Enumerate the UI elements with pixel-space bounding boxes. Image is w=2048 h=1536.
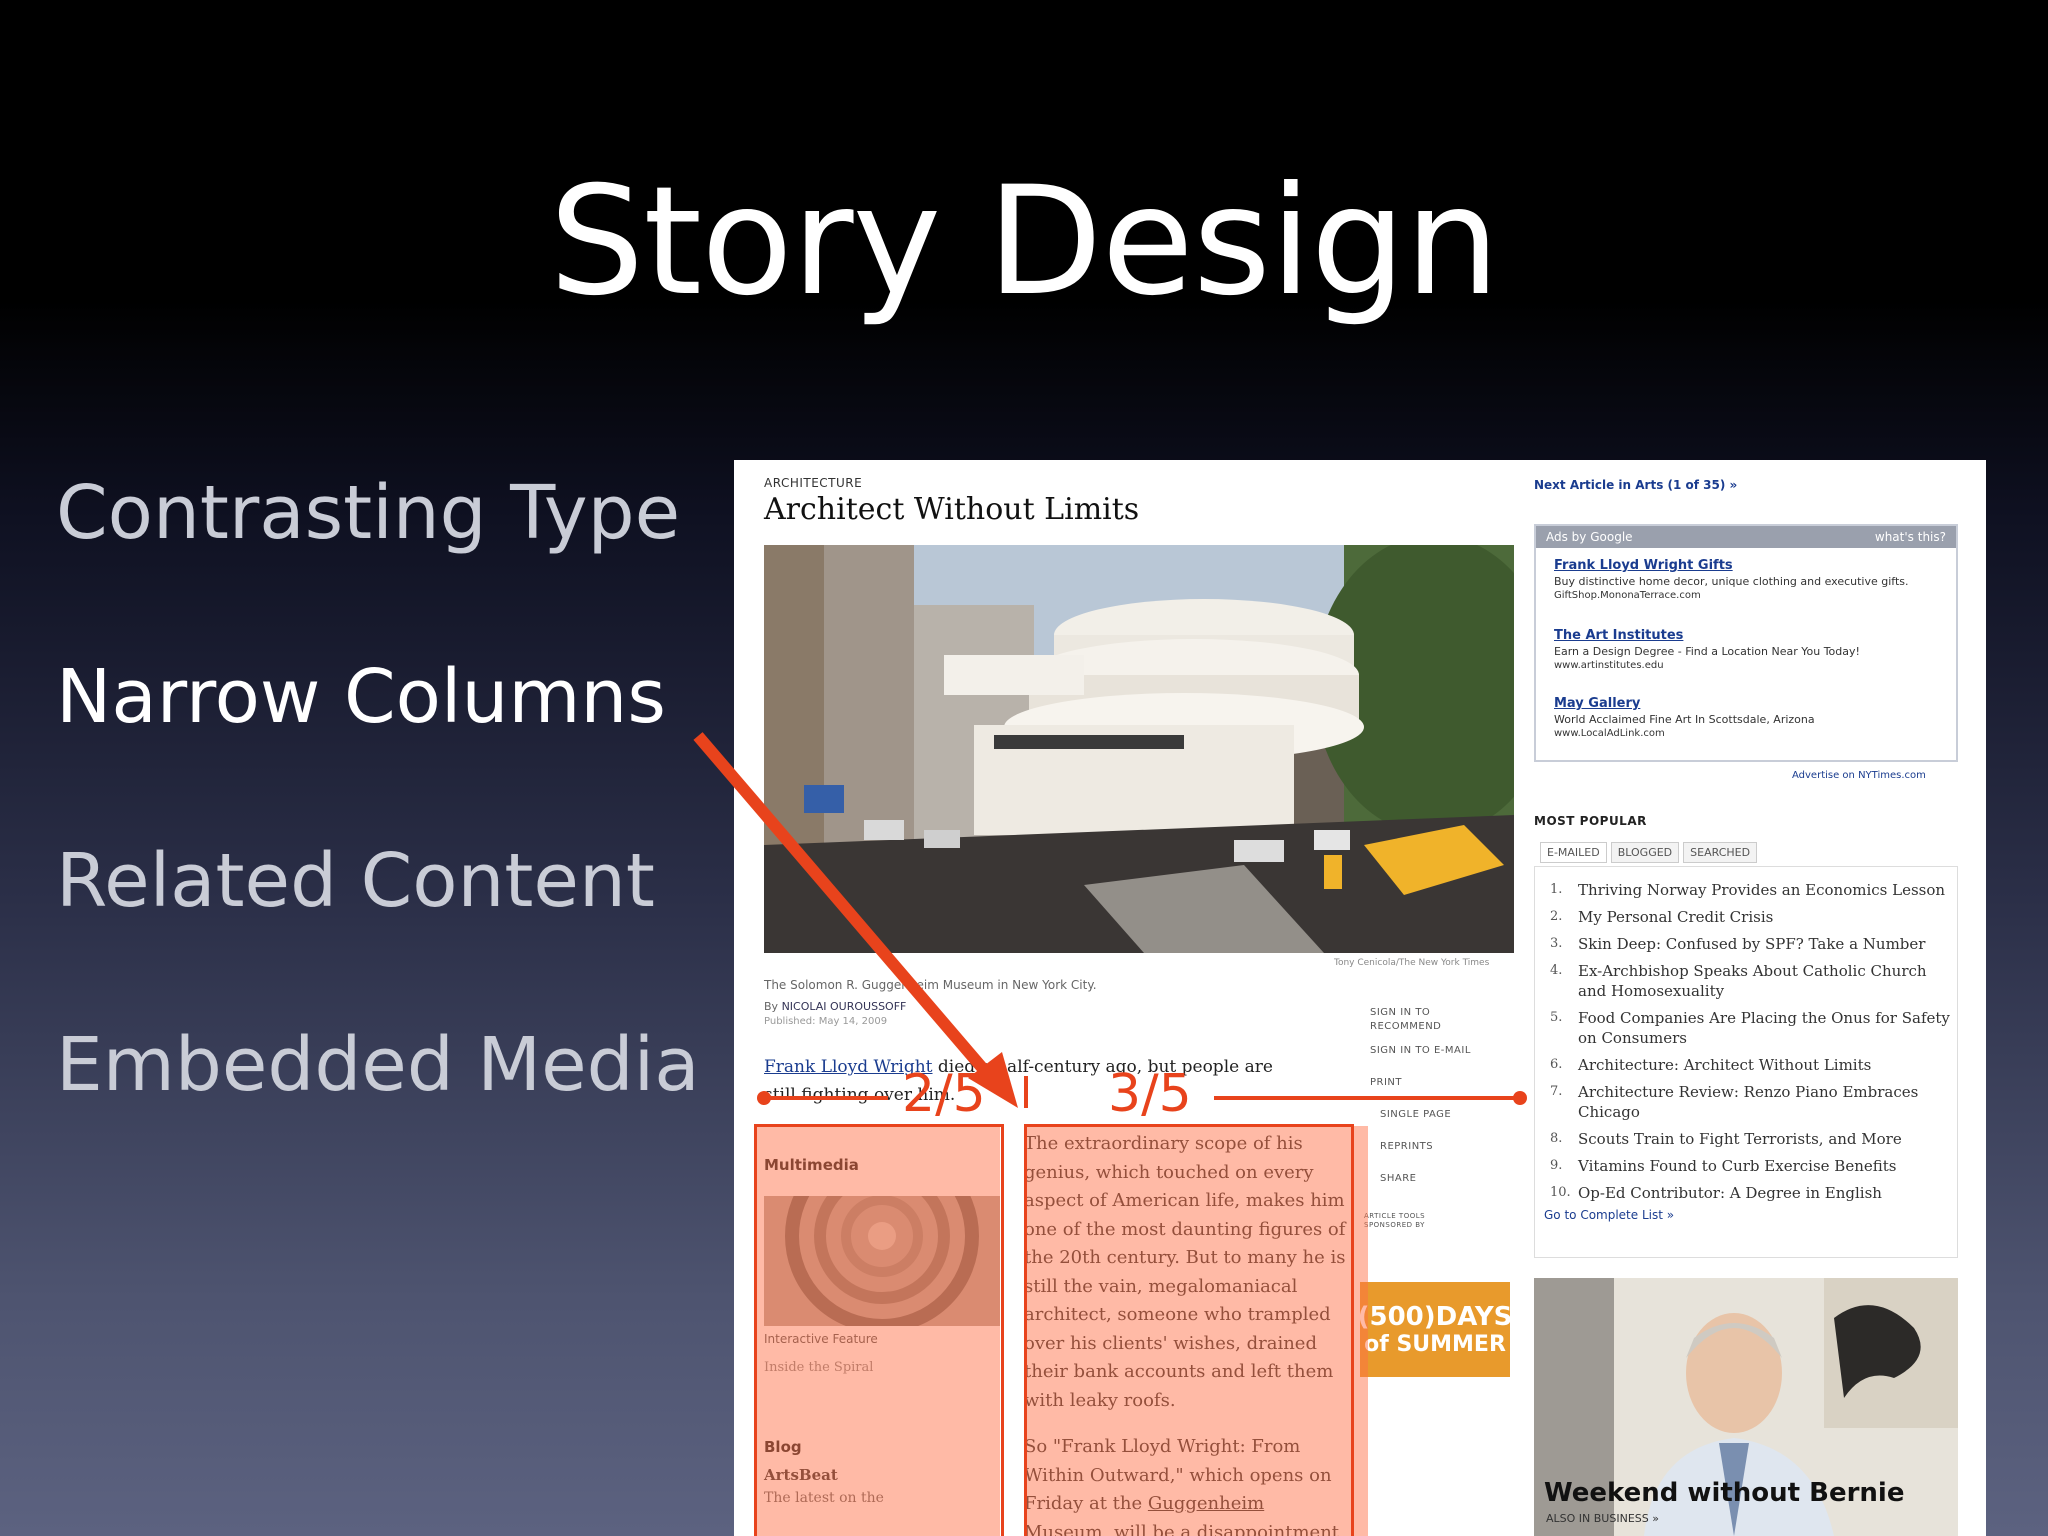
tool-email[interactable]: SIGN IN TO E-MAIL: [1370, 1044, 1471, 1058]
list-item[interactable]: 7. Architecture Review: Renzo Piano Embra…: [1550, 1082, 1950, 1122]
ad-desc: World Acclaimed Fine Art In Scottsdale, …: [1554, 713, 1815, 726]
tool-single-page[interactable]: SINGLE PAGE: [1380, 1108, 1451, 1122]
tab-blogged[interactable]: BLOGGED: [1610, 842, 1680, 863]
byline-author[interactable]: NICOLAI OUROUSSOFF: [782, 1000, 907, 1013]
ad-title[interactable]: The Art Institutes: [1554, 628, 1954, 643]
ad-title[interactable]: May Gallery: [1554, 696, 1954, 711]
list-item[interactable]: 6. Architecture: Architect Without Limits: [1550, 1055, 1950, 1075]
tools-sponsor: ARTICLE TOOLS SPONSORED BY: [1364, 1212, 1426, 1229]
ratio-label-right: 3/5: [1108, 1064, 1192, 1124]
lede-paragraph: Frank Lloyd Wright died a half-century a…: [764, 1053, 1284, 1109]
published-date: Published: May 14, 2009: [764, 1016, 888, 1027]
list-item-number: 7.: [1550, 1084, 1563, 1099]
list-item-text[interactable]: Architecture Review: Renzo Piano Embrace…: [1578, 1082, 1950, 1122]
ads-whats-this[interactable]: what's this?: [1875, 530, 1946, 544]
list-item[interactable]: 5. Food Companies Are Placing the Onus fo…: [1550, 1008, 1950, 1048]
most-popular-list: 1. Thriving Norway Provides an Economics …: [1550, 880, 1950, 1210]
list-item-number: 10.: [1550, 1185, 1571, 1200]
left-column-frame: [754, 1124, 1004, 1536]
list-item-text[interactable]: Architecture: Architect Without Limits: [1578, 1055, 1871, 1075]
list-item-text[interactable]: Scouts Train to Fight Terrorists, and Mo…: [1578, 1129, 1902, 1149]
ad-url: www.artinstitutes.edu: [1554, 660, 1664, 671]
list-item-number: 5.: [1550, 1010, 1563, 1025]
right-column-frame: [1024, 1124, 1354, 1536]
list-item-number: 2.: [1550, 909, 1563, 924]
ratio-label-left: 2/5: [902, 1064, 986, 1124]
list-item[interactable]: 3. Skin Deep: Confused by SPF? Take a Num…: [1550, 934, 1950, 954]
ad-url: GiftShop.MononaTerrace.com: [1554, 590, 1701, 601]
museum-photo: [764, 545, 1514, 953]
ad-item[interactable]: Frank Lloyd Wright Gifts Buy distinctive…: [1554, 558, 1954, 601]
list-item-number: 8.: [1550, 1131, 1563, 1146]
list-item[interactable]: 9. Vitamins Found to Curb Exercise Benefi…: [1550, 1156, 1950, 1176]
list-item[interactable]: 8. Scouts Train to Fight Terrorists, and …: [1550, 1129, 1950, 1149]
byline: By NICOLAI OUROUSSOFF: [764, 1000, 906, 1013]
list-item[interactable]: 1. Thriving Norway Provides an Economics …: [1550, 880, 1950, 900]
list-item[interactable]: 10. Op-Ed Contributor: A Degree in Englis…: [1550, 1183, 1950, 1203]
advertise-link[interactable]: Advertise on NYTimes.com: [1792, 770, 1926, 781]
article-screenshot: ARCHITECTURE Architect Without Limits To…: [734, 460, 1986, 1536]
list-item-text[interactable]: Food Companies Are Placing the Onus for …: [1578, 1008, 1950, 1048]
tool-print[interactable]: PRINT: [1370, 1076, 1402, 1090]
bullet-embedded-media: Embedded Media: [56, 1022, 700, 1108]
ads-bar: Ads by Google what's this?: [1536, 526, 1956, 548]
list-item[interactable]: 4. Ex-Archbishop Speaks About Catholic Ch…: [1550, 961, 1950, 1001]
movie-ad[interactable]: (500)DAYS of SUMMER: [1357, 1282, 1513, 1377]
article-kicker: ARCHITECTURE: [764, 476, 863, 490]
list-item-number: 1.: [1550, 882, 1563, 897]
bullet-contrasting-type: Contrasting Type: [56, 470, 681, 556]
movie-ad-line1: (500)DAYS: [1357, 1302, 1513, 1332]
list-item-number: 3.: [1550, 936, 1563, 951]
article-headline: Architect Without Limits: [764, 492, 1140, 527]
list-item[interactable]: 2. My Personal Credit Crisis: [1550, 907, 1950, 927]
byline-prefix: By: [764, 1000, 779, 1013]
most-popular-heading: MOST POPULAR: [1534, 814, 1647, 828]
next-article-link[interactable]: Next Article in Arts (1 of 35) »: [1534, 478, 1737, 492]
list-item-number: 9.: [1550, 1158, 1563, 1173]
tab-searched[interactable]: SEARCHED: [1683, 842, 1758, 863]
go-complete-list-link[interactable]: Go to Complete List »: [1544, 1208, 1674, 1222]
bullet-related-content: Related Content: [56, 838, 655, 924]
tool-share[interactable]: SHARE: [1380, 1172, 1416, 1186]
most-popular-tabs: E-MAILED BLOGGED SEARCHED: [1540, 842, 1758, 863]
list-item-text[interactable]: Skin Deep: Confused by SPF? Take a Numbe…: [1578, 934, 1925, 954]
list-item-number: 6.: [1550, 1057, 1563, 1072]
ad-url: www.LocalAdLink.com: [1554, 728, 1665, 739]
google-ads-box: Ads by Google what's this? Frank Lloyd Wr…: [1534, 524, 1958, 762]
list-item-text[interactable]: Thriving Norway Provides an Economics Le…: [1578, 880, 1945, 900]
list-item-text[interactable]: Vitamins Found to Curb Exercise Benefits: [1578, 1156, 1896, 1176]
tab-emailed[interactable]: E-MAILED: [1540, 842, 1607, 863]
list-item-number: 4.: [1550, 963, 1563, 978]
list-item-text[interactable]: Ex-Archbishop Speaks About Catholic Chur…: [1578, 961, 1950, 1001]
ad-desc: Buy distinctive home decor, unique cloth…: [1554, 575, 1909, 588]
slide-title: Story Design: [549, 155, 1500, 329]
bullet-narrow-columns: Narrow Columns: [56, 654, 666, 740]
photo-credit: Tony Cenicola/The New York Times: [1334, 958, 1490, 968]
promo-title[interactable]: Weekend without Bernie: [1544, 1478, 1904, 1508]
list-item-text[interactable]: My Personal Credit Crisis: [1578, 907, 1773, 927]
ad-title[interactable]: Frank Lloyd Wright Gifts: [1554, 558, 1954, 573]
ads-label: Ads by Google: [1546, 530, 1633, 544]
tool-recommend[interactable]: SIGN IN TO RECOMMEND: [1370, 1006, 1500, 1034]
ad-item[interactable]: The Art Institutes Earn a Design Degree …: [1554, 628, 1954, 671]
ad-item[interactable]: May Gallery World Acclaimed Fine Art In …: [1554, 696, 1954, 739]
ad-desc: Earn a Design Degree - Find a Location N…: [1554, 645, 1860, 658]
list-item-text[interactable]: Op-Ed Contributor: A Degree in English: [1578, 1183, 1882, 1203]
photo-caption: The Solomon R. Guggenheim Museum in New …: [764, 978, 1097, 992]
movie-ad-line2: of SUMMER: [1364, 1332, 1506, 1357]
tool-reprints[interactable]: REPRINTS: [1380, 1140, 1433, 1154]
promo-sub[interactable]: ALSO IN BUSINESS »: [1546, 1512, 1659, 1525]
